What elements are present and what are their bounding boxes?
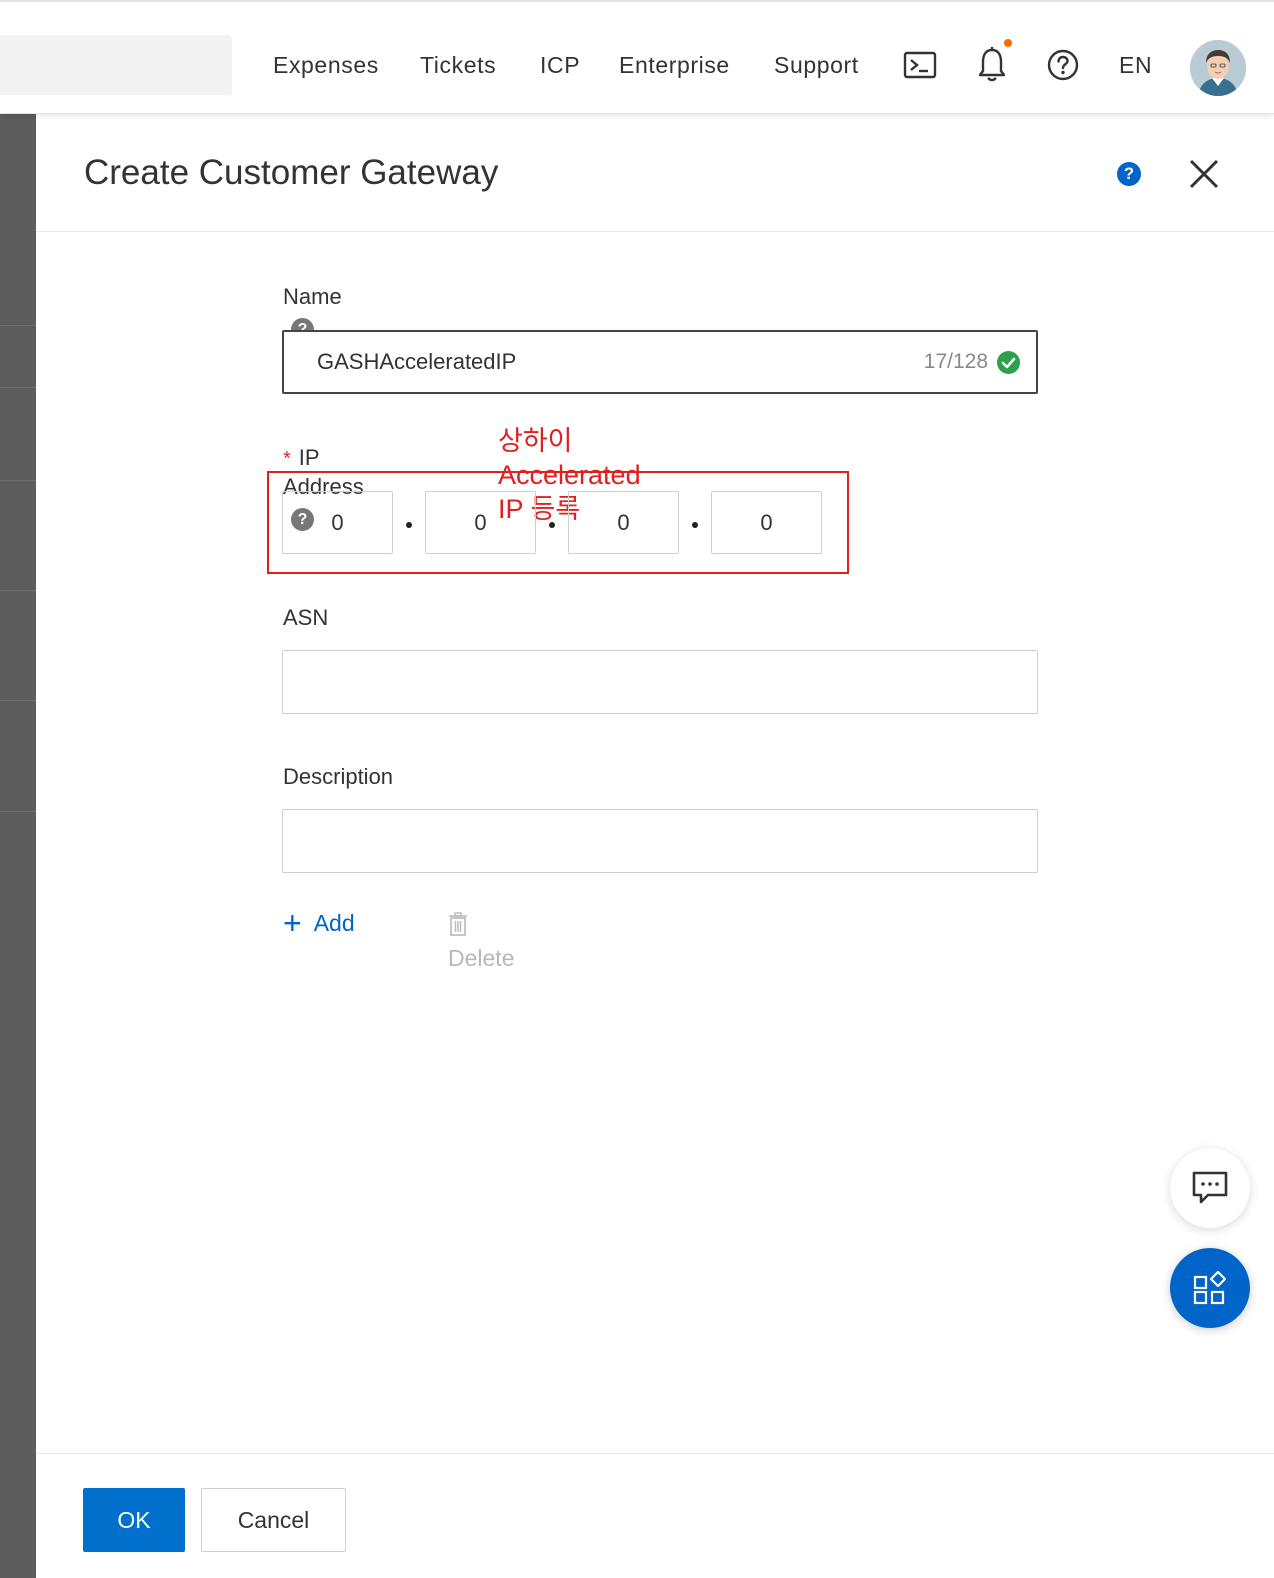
ip-separator-dot — [549, 522, 555, 528]
avatar[interactable] — [1190, 40, 1246, 96]
terminal-icon[interactable] — [903, 50, 937, 80]
close-icon[interactable] — [1186, 156, 1222, 192]
nav-link-icp[interactable]: ICP — [540, 50, 580, 80]
asn-label: ASN — [283, 605, 329, 630]
name-input[interactable]: GASHAcceleratedIP 17/128 — [282, 330, 1038, 394]
ip-separator-dot — [692, 522, 698, 528]
drawer-title: Create Customer Gateway — [84, 153, 499, 192]
cancel-button[interactable]: Cancel — [201, 1488, 346, 1552]
ip-octet-2[interactable]: 0 — [425, 491, 536, 554]
nav-link-expenses[interactable]: Expenses — [273, 50, 379, 80]
apps-grid-icon — [1192, 1270, 1228, 1311]
notification-dot — [1004, 39, 1012, 47]
footer-divider — [36, 1453, 1274, 1454]
ip-octet-4[interactable]: 0 — [711, 491, 822, 554]
chat-icon — [1191, 1170, 1229, 1211]
bell-icon[interactable] — [976, 46, 1008, 84]
search-box[interactable] — [0, 35, 232, 95]
drawer-header: Create Customer Gateway ? — [36, 114, 1274, 232]
name-input-value: GASHAcceleratedIP — [317, 349, 517, 374]
help-icon[interactable] — [1047, 49, 1079, 81]
nav-link-support[interactable]: Support — [774, 50, 859, 80]
plus-icon: + — [283, 905, 302, 941]
add-button[interactable]: + Add — [283, 905, 355, 941]
name-char-counter: 17/128 — [923, 350, 988, 373]
ip-octet-1[interactable]: 0 — [282, 491, 393, 554]
check-icon — [997, 351, 1020, 374]
top-navigation-bar: Expenses Tickets ICP Enterprise Support … — [0, 0, 1274, 114]
delete-button: Delete — [448, 910, 514, 973]
ok-button[interactable]: OK — [83, 1488, 185, 1552]
description-label: Description — [283, 764, 394, 789]
required-mark: * — [283, 448, 291, 470]
apps-button[interactable] — [1170, 1248, 1250, 1328]
language-switch[interactable]: EN — [1119, 50, 1152, 80]
background-page-overlay — [0, 114, 36, 1578]
ip-octet-3[interactable]: 0 — [568, 491, 679, 554]
nav-link-tickets[interactable]: Tickets — [420, 50, 496, 80]
description-input[interactable] — [282, 809, 1038, 873]
drawer-help-icon[interactable]: ? — [1117, 162, 1141, 186]
chat-button[interactable] — [1170, 1148, 1250, 1228]
trash-icon — [448, 912, 468, 943]
ip-separator-dot — [406, 522, 412, 528]
asn-input[interactable] — [282, 650, 1038, 714]
nav-link-enterprise[interactable]: Enterprise — [619, 50, 730, 80]
